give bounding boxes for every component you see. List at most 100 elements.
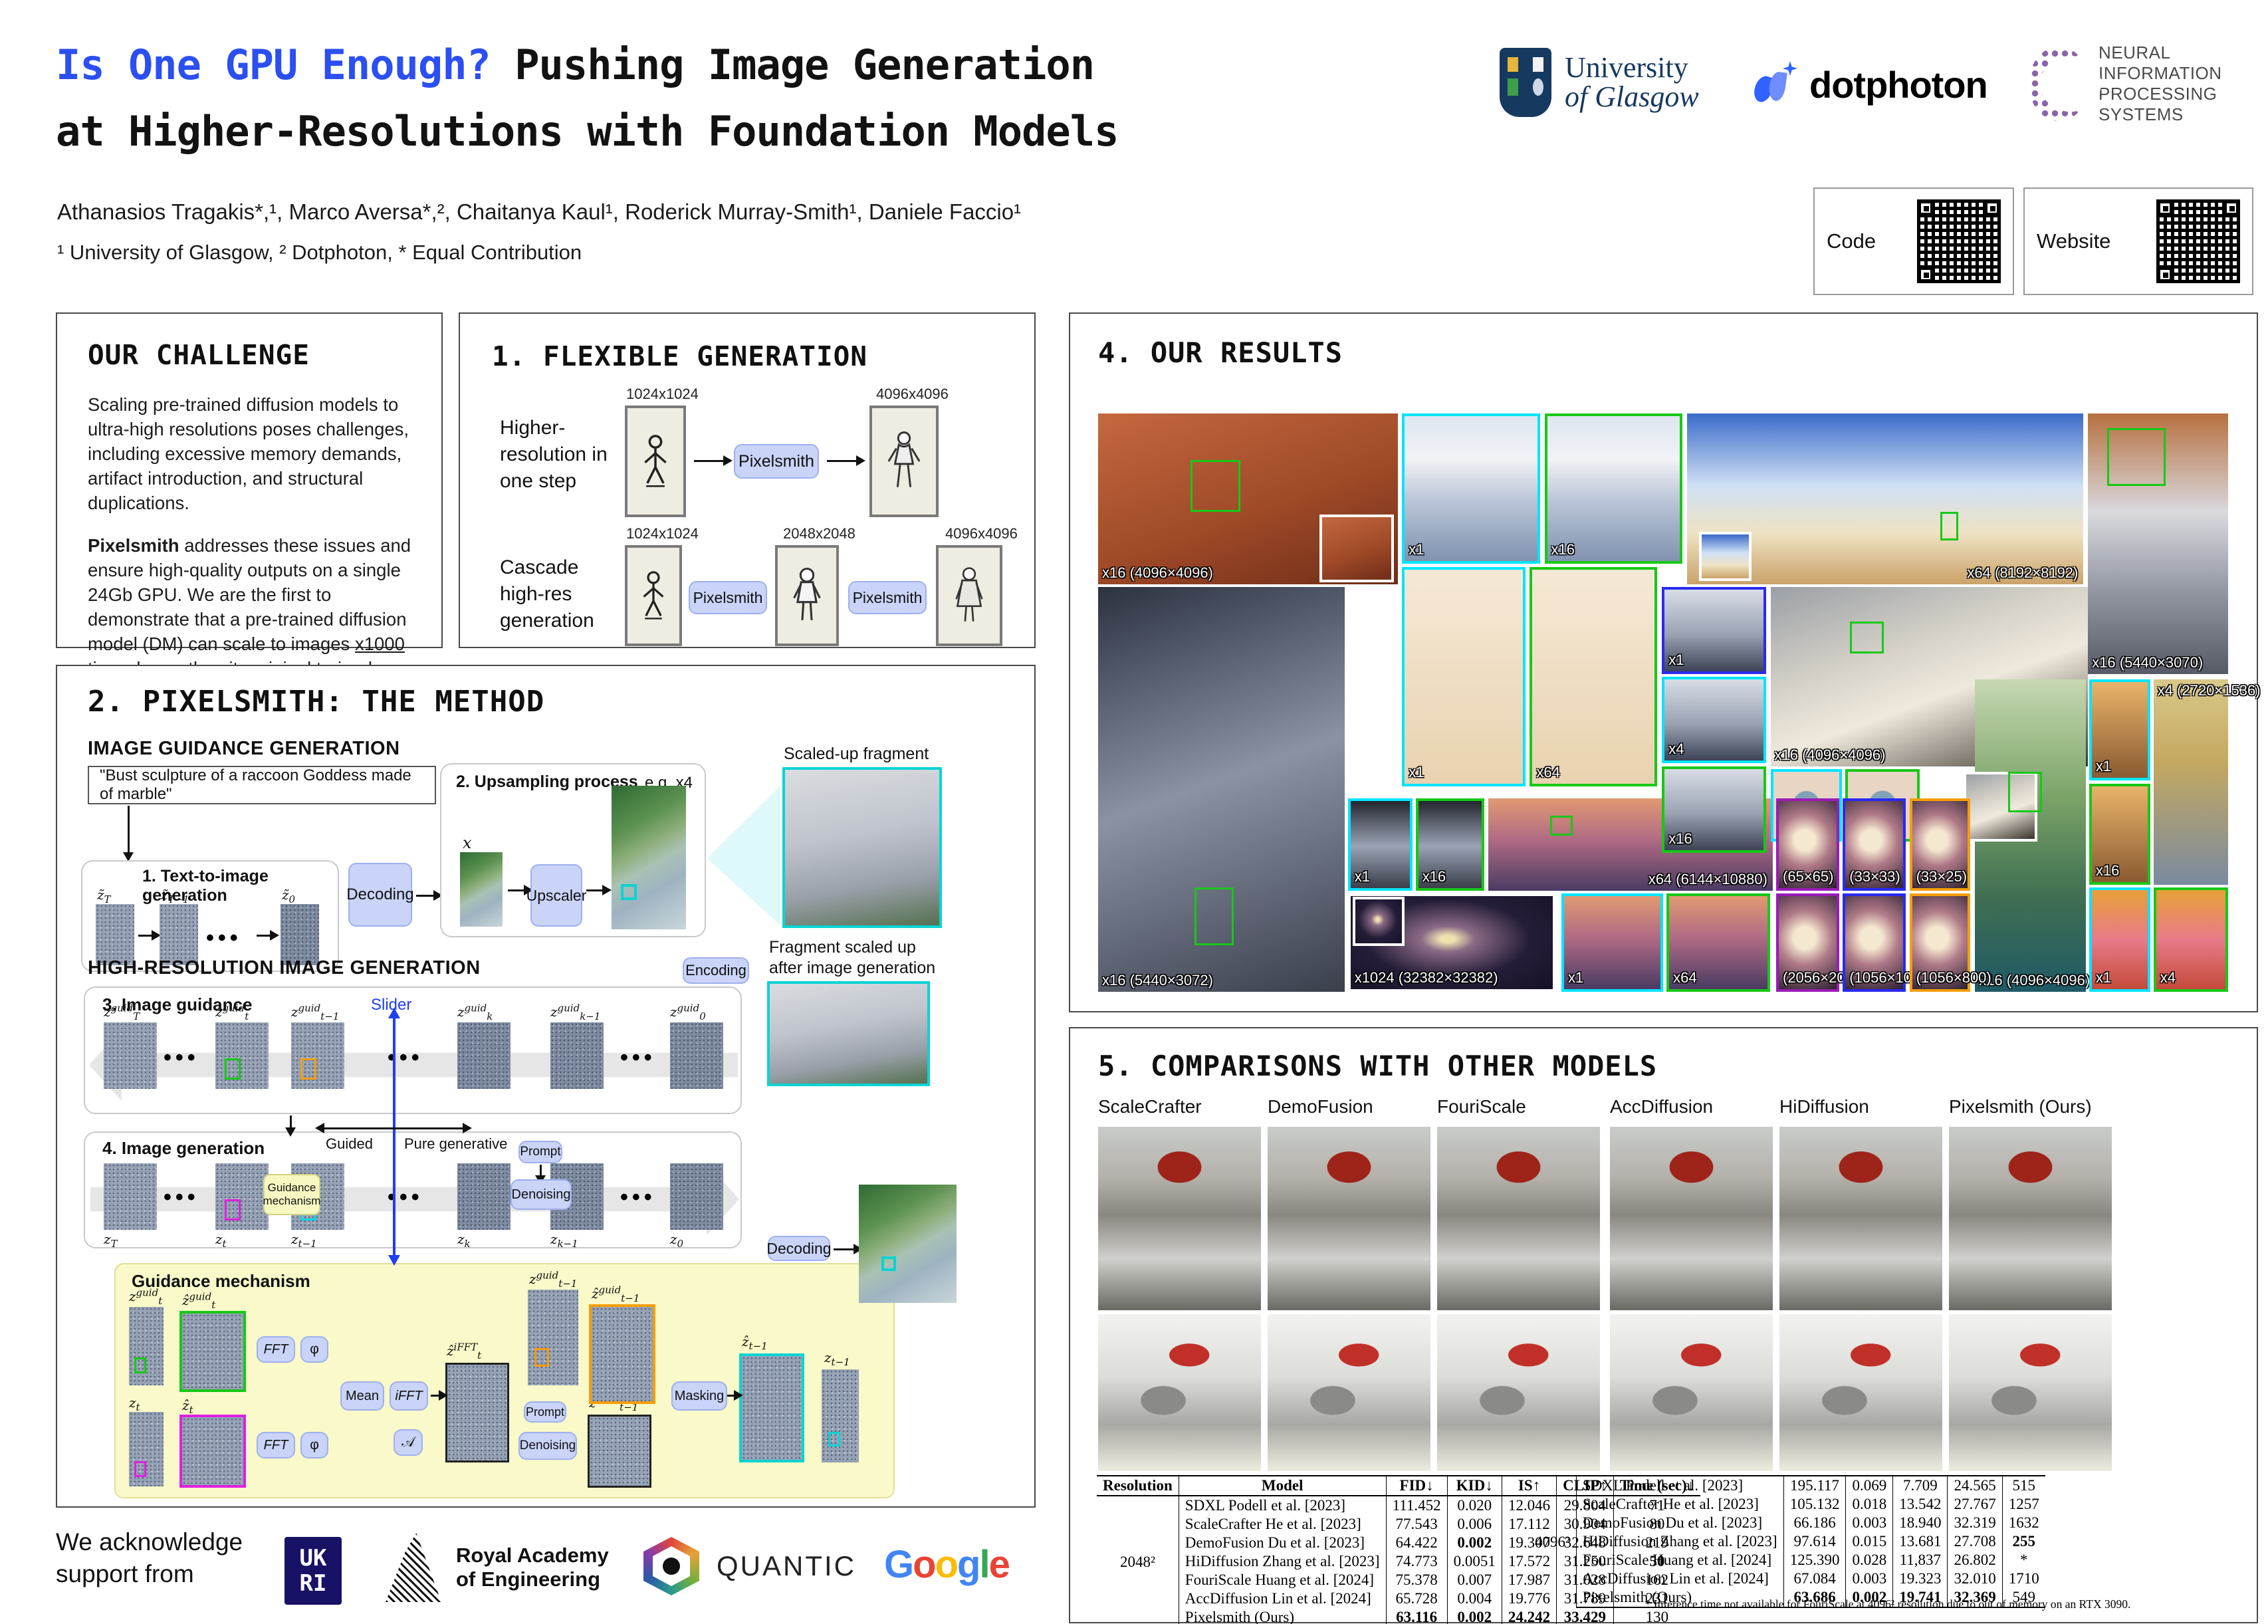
title-line-2: at Higher-Resolutions with Foundation Mo… <box>56 98 1118 165</box>
table-cell: SDXL Podell et al. [2023] <box>1576 1476 1783 1495</box>
ellipsis: ••• <box>620 1185 656 1211</box>
table-cell: FouriScale Huang et al. [2024] <box>1576 1551 1783 1569</box>
gm-zhat-t-crop <box>179 1415 246 1488</box>
table-cell: 24.242 <box>1502 1608 1556 1624</box>
table-cell: 67.084 <box>1783 1569 1846 1588</box>
stick-figure-icon <box>638 429 673 493</box>
comparison-image-hidiffusion-row1 <box>1779 1127 1942 1310</box>
table-cell: 0.002 <box>1447 1608 1502 1624</box>
skull-crop-x16: x16 <box>1416 798 1485 891</box>
pixelsmith-chip: Pixelsmith <box>848 581 927 614</box>
table-cell: AccDiffusion Lin et al. [2024] <box>1179 1589 1386 1608</box>
decoding-chip: Decoding <box>348 863 412 927</box>
house-crop-x1: x1 <box>2089 679 2150 780</box>
gm-zhatguid-t1-crop <box>589 1304 655 1404</box>
table-cell: DemoFusion Du et al. [2023] <box>1179 1534 1386 1552</box>
helmet-crop-x16: x16 <box>1662 766 1765 854</box>
timestep-label: z0 <box>670 1231 683 1247</box>
qr-box-website: Website <box>2023 187 2253 295</box>
table-cell: 13.681 <box>1893 1532 1948 1551</box>
dotphoton-wordmark: dotphoton <box>1809 63 1987 106</box>
quantic-icon <box>643 1537 699 1595</box>
gm-z-t1-thumb <box>822 1369 859 1462</box>
glasgow-crest-icon <box>1500 48 1551 117</box>
alien-landscape-label: x64 (6144×10880) <box>1648 871 1767 888</box>
glasgow-logo: University of Glasgow <box>1500 48 1699 117</box>
arrow <box>416 895 435 897</box>
slider-handle[interactable] <box>393 1017 396 1256</box>
latent-thumb-z0 <box>281 904 319 965</box>
glasgow-wordmark: University of Glasgow <box>1565 53 1699 112</box>
table-cell: Pixelsmith (Ours) <box>1179 1608 1386 1624</box>
dotphoton-icon <box>1752 61 1799 108</box>
table-cell: 64.422 <box>1386 1534 1447 1552</box>
galaxy-crop-800: (1056×800) <box>1910 893 1971 992</box>
google-logo: Google <box>884 1542 1009 1587</box>
helmet-crop-x1: x1 <box>1662 587 1765 674</box>
table-cell: 0.006 <box>1447 1515 1502 1534</box>
gm-label: zt <box>129 1395 140 1411</box>
table-cell: 77.543 <box>1386 1515 1447 1534</box>
results-title: 4. OUR RESULTS <box>1098 336 1343 369</box>
galaxy-crop-800-label: (1056×800) <box>1916 969 1991 986</box>
table-cell: 97.614 <box>1783 1532 1846 1551</box>
gm-label: ẑiFFTt <box>447 1343 481 1359</box>
comparisons-box: 5. COMPARISONS WITH OTHER MODELS ScaleCr… <box>1069 1027 2258 1623</box>
pixelsmith-chip: Pixelsmith <box>689 581 767 614</box>
gm-label: zguidt−1 <box>529 1271 577 1287</box>
neurips-logo: NEURAL INFORMATION PROCESSING SYSTEMS <box>2029 43 2268 125</box>
pixelsmith-chip: Pixelsmith <box>734 444 819 479</box>
decoding-chip-final: Decoding <box>768 1236 830 1261</box>
gm-label: ẑguidt <box>182 1292 215 1308</box>
table-cell: DemoFusion Du et al. [2023] <box>1576 1514 1783 1532</box>
arrow <box>694 460 725 462</box>
encoding-chip: Encoding <box>683 957 749 984</box>
gm-zifft-t1-thumb <box>588 1415 651 1488</box>
google-letter: l <box>979 1543 988 1586</box>
lego-crop-x16-label: x16 <box>1551 541 1575 558</box>
galaxy-crop-65: (65×65) <box>1776 798 1839 891</box>
rae-logo: Royal Academy of Engineering <box>386 1533 609 1602</box>
timestep-label: zk <box>457 1231 471 1247</box>
pure-generative-label: Pure generative <box>404 1135 507 1153</box>
comparison-image-accdiffusion-row2 <box>1610 1314 1773 1471</box>
authors-line: Athanasios Tragakis*,¹, Marco Aversa*,²,… <box>57 199 1021 225</box>
table-cell: 1632 <box>2002 1514 2045 1532</box>
google-letter: o <box>935 1543 957 1586</box>
gm-zifft-t-thumb <box>445 1363 509 1462</box>
table-cell: FouriScale Huang et al. [2024] <box>1179 1571 1386 1589</box>
text-to-image-box: 1. Text-to-image generation z̃T z̃T−1 ••… <box>81 860 339 972</box>
timestep-thumb <box>457 1163 510 1230</box>
ack-text: We acknowledge support from <box>56 1526 243 1590</box>
table-cell: * <box>2002 1551 2045 1569</box>
table-cell: HiDiffusion Zhang et al. [2023] <box>1179 1552 1386 1571</box>
alien-anno <box>1550 816 1573 836</box>
qr-website-label: Website <box>2037 229 2110 253</box>
arrow <box>431 1395 440 1397</box>
ukri-logo: UKRI <box>284 1537 342 1605</box>
stick-figure-icon <box>637 566 669 625</box>
zoom-wedge <box>707 786 780 925</box>
van-gogh-mosaic-label: x4 (2720×1536) <box>2158 682 2261 699</box>
gate-anno <box>1940 512 1958 541</box>
qr-website-image <box>2156 199 2240 283</box>
challenge-title: OUR CHALLENGE <box>88 339 310 371</box>
mouth-crop-x4: x4 <box>2154 887 2228 992</box>
arrow <box>727 1395 735 1397</box>
comparison-image-demofusion-row2 <box>1268 1314 1430 1471</box>
model-name-4: HiDiffusion <box>1779 1096 1869 1117</box>
ellipsis: ••• <box>206 925 242 951</box>
latent-thumb-zT1 <box>160 904 198 965</box>
table-cell: 0.018 <box>1846 1495 1893 1514</box>
image-guidance-box: 3. Image guidance zguidTzguidtzguidt−1zg… <box>84 986 742 1114</box>
phi-chip-top: φ <box>300 1336 328 1363</box>
table-header: Resolution <box>1097 1476 1179 1496</box>
gm-label: zguidt <box>129 1288 162 1304</box>
gm-label: ẑt−1 <box>742 1334 768 1349</box>
table-cell: 1257 <box>2002 1495 2045 1514</box>
arrow-down <box>540 1165 542 1177</box>
arrow <box>827 460 857 462</box>
skull-crop-x16-label: x16 <box>1422 868 1446 885</box>
table-cell: 75.378 <box>1386 1571 1447 1589</box>
galaxy-crop-33b-label: (33×25) <box>1916 868 1967 885</box>
